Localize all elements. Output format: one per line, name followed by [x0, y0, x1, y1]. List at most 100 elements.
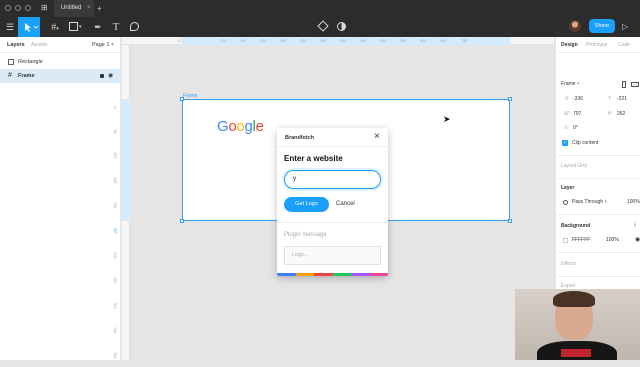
ruler-tick: 100	[220, 39, 226, 43]
share-button[interactable]: Share	[589, 19, 615, 33]
rectangle-icon	[8, 59, 14, 65]
ruler-tick: 400	[340, 39, 346, 43]
document-tab[interactable]: Untitled ×	[54, 0, 94, 17]
comment-tool-icon[interactable]	[130, 22, 139, 31]
tab-layers[interactable]: Layers	[7, 42, 25, 48]
tab-code[interactable]: Code	[618, 42, 630, 48]
w-field[interactable]: 707	[573, 111, 581, 117]
divider	[555, 214, 640, 215]
ruler-tick: 200	[260, 39, 266, 43]
layer-item-rectangle[interactable]: Rectangle	[0, 55, 121, 69]
new-tab-icon[interactable]: +	[97, 0, 102, 17]
frame-icon: #	[8, 72, 12, 79]
website-input[interactable]: y	[284, 170, 381, 189]
layout-grid-label[interactable]: Layout Grid	[561, 163, 587, 169]
get-logo-button[interactable]: Get Logo	[284, 197, 329, 212]
tab-design[interactable]: Design	[561, 42, 578, 48]
tab-assets[interactable]: Assets	[31, 42, 48, 48]
minimize-window-icon[interactable]	[15, 5, 21, 11]
title-bar	[0, 0, 640, 17]
plugin-message-label: Plugin message	[284, 232, 327, 238]
y-label: Y	[608, 96, 612, 102]
divider	[555, 252, 640, 253]
divider	[277, 222, 388, 223]
cancel-button[interactable]: Cancel	[336, 201, 355, 207]
text-tool-icon[interactable]: T	[106, 17, 126, 37]
contrast-icon[interactable]	[337, 22, 346, 31]
avatar[interactable]	[569, 20, 581, 32]
divider	[555, 52, 640, 53]
grid-home-icon[interactable]: ⊞	[41, 4, 49, 12]
ruler-tick: 250	[280, 39, 286, 43]
lock-icon[interactable]	[100, 74, 104, 78]
resize-handle[interactable]	[180, 97, 184, 101]
webcam-overlay	[515, 289, 640, 360]
stripe-segment	[369, 273, 388, 276]
main-menu-icon[interactable]: ☰	[0, 17, 20, 37]
h-label: H	[608, 111, 612, 117]
ruler-tick: 450	[360, 39, 366, 43]
blend-mode-value: Pass Through	[572, 199, 604, 205]
shirt-print	[561, 349, 591, 357]
layer-name: Frame	[18, 73, 35, 79]
stripe-segment	[351, 273, 370, 276]
logo-letter: e	[255, 118, 264, 135]
ruler-tick: 0	[178, 39, 180, 43]
horizontal-ruler-ticks: 0 100 150 200 250 300 350 400 450 500 55…	[122, 37, 554, 45]
logs-placeholder: Logs...	[292, 252, 309, 258]
ruler-tick: 600	[420, 39, 426, 43]
move-tool-button[interactable]	[18, 17, 40, 37]
h-field[interactable]: 262	[617, 111, 625, 117]
rotation-icon: ↻	[564, 125, 569, 131]
tab-prototype[interactable]: Prototype	[586, 42, 607, 48]
page-selector[interactable]: Page 1 ▾	[92, 42, 114, 48]
logs-field[interactable]: Logs...	[284, 246, 381, 265]
resize-handle[interactable]	[180, 219, 184, 223]
styles-icon[interactable]: ⁝	[634, 221, 636, 229]
clip-content-checkbox[interactable]: ✓	[562, 140, 568, 146]
maximize-window-icon[interactable]	[25, 5, 31, 11]
close-tab-icon[interactable]: ×	[87, 0, 91, 17]
divider	[555, 178, 640, 179]
close-window-icon[interactable]	[5, 5, 11, 11]
layer-section-label: Layer	[561, 185, 575, 191]
close-icon[interactable]: ×	[374, 131, 380, 142]
google-logo[interactable]: Google	[217, 118, 264, 135]
cursor-icon	[25, 23, 39, 32]
mouse-cursor-icon: ➤	[443, 114, 451, 124]
plugin-title: Brandfetch	[285, 135, 315, 141]
blend-mode-dropdown[interactable]: Pass Through ▾	[572, 199, 607, 205]
portrait-icon[interactable]	[622, 81, 626, 88]
layers-panel	[0, 37, 121, 360]
x-label: X	[565, 96, 569, 102]
background-hex-field[interactable]: FFFFFF	[572, 237, 590, 243]
divider	[555, 155, 640, 156]
ruler-tick: 150	[240, 39, 246, 43]
eye-icon[interactable]: ◉	[108, 69, 113, 83]
y-field[interactable]: -221	[617, 96, 627, 102]
resize-handle[interactable]	[508, 219, 512, 223]
ruler-tick: 300	[300, 39, 306, 43]
present-play-icon[interactable]: ▷	[622, 17, 628, 37]
frame-tool-icon[interactable]: #▾	[44, 17, 66, 37]
clip-content-label: Clip content	[572, 140, 599, 146]
frame-preset-dropdown[interactable]: Frame ▾	[561, 81, 579, 87]
landscape-icon[interactable]	[631, 82, 639, 87]
rectangle-tool-icon[interactable]	[69, 22, 78, 31]
layer-item-frame[interactable]: # Frame ◉	[0, 69, 121, 83]
x-field[interactable]: -336	[573, 96, 583, 102]
effects-label[interactable]: Effects	[561, 261, 576, 267]
pen-tool-icon[interactable]: ✒	[88, 17, 108, 37]
resize-handle[interactable]	[508, 97, 512, 101]
rectangle-tool-dropdown-icon[interactable]: ▾	[79, 17, 82, 37]
divider	[277, 146, 388, 147]
layer-opacity-field[interactable]: 100%	[627, 199, 640, 205]
rotation-field[interactable]: 0°	[573, 125, 578, 131]
stripe-segment	[332, 273, 351, 276]
eye-icon[interactable]: ◉	[635, 236, 640, 243]
page-name: Page 1	[92, 42, 110, 48]
background-section-label: Background	[561, 223, 591, 229]
background-swatch[interactable]	[563, 238, 568, 243]
background-opacity-field[interactable]: 100%	[606, 237, 619, 243]
blend-mode-icon	[563, 200, 568, 205]
